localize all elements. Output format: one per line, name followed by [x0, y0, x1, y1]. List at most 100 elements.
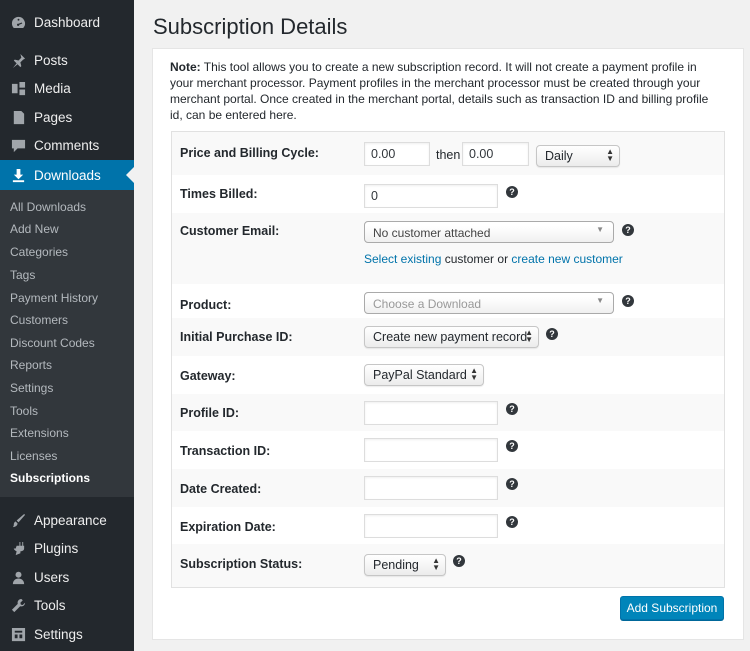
help-icon[interactable]: ? [546, 328, 558, 340]
menu-item-label: Media [34, 80, 71, 96]
submenu-item-customers[interactable]: Customers [10, 312, 68, 328]
menu-item-appearance[interactable]: Appearance [0, 506, 134, 534]
subscription-status-select[interactable]: Pending ▲ ▼ [364, 554, 446, 576]
wrench-icon [10, 597, 26, 613]
row-price-billing: Price and Billing Cycle: then Daily ▲▼ [172, 132, 724, 175]
submenu-item-settings[interactable]: Settings [10, 380, 53, 396]
product-label: Product: [180, 298, 232, 312]
price-billing-label: Price and Billing Cycle: [180, 146, 319, 160]
menu-item-tools[interactable]: Tools [0, 591, 134, 619]
customer-select[interactable]: No customer attached ▼ [364, 221, 614, 243]
row-times-billed: Times Billed: ? [172, 175, 724, 213]
submenu-item-add-new[interactable]: Add New [10, 221, 59, 237]
create-new-customer-link[interactable]: create new customer [511, 252, 622, 266]
help-icon[interactable]: ? [506, 440, 518, 452]
help-icon[interactable]: ? [506, 186, 518, 198]
product-select[interactable]: Choose a Download ▼ [364, 292, 614, 314]
select-existing-customer-link[interactable]: Select existing [364, 252, 441, 266]
menu-item-label: Appearance [34, 512, 107, 528]
customer-or-text: customer or [441, 252, 512, 266]
submenu-item-licenses[interactable]: Licenses [10, 448, 57, 464]
times-billed-label: Times Billed: [180, 187, 258, 201]
expiration-date-input[interactable] [364, 514, 498, 538]
gateway-select[interactable]: PayPal Standard ▲ ▼ [364, 364, 484, 386]
select-arrows-icon: ▲ ▼ [525, 328, 533, 344]
customer-email-label: Customer Email: [180, 224, 280, 238]
date-created-label: Date Created: [180, 482, 262, 496]
help-icon[interactable]: ? [453, 555, 465, 567]
billing-period-value: Daily [545, 149, 573, 163]
menu-item-posts[interactable]: Posts [0, 46, 134, 74]
subscription-status-label: Subscription Status: [180, 557, 303, 571]
submenu-item-extensions[interactable]: Extensions [10, 425, 69, 441]
submenu-item-reports[interactable]: Reports [10, 357, 52, 373]
profile-id-label: Profile ID: [180, 406, 240, 420]
help-icon[interactable]: ? [506, 478, 518, 490]
menu-item-media[interactable]: Media [0, 74, 134, 102]
menu-item-pages[interactable]: Pages [0, 103, 134, 131]
subscription-status-value: Pending [373, 558, 419, 572]
menu-item-label: Comments [34, 137, 100, 153]
media-icon [10, 80, 26, 96]
user-icon [10, 569, 26, 585]
menu-item-label: Plugins [34, 540, 79, 556]
brush-icon [10, 512, 26, 528]
submenu-item-discount-codes[interactable]: Discount Codes [10, 335, 95, 351]
chevron-down-icon: ▼ [596, 296, 604, 305]
profile-id-input[interactable] [364, 401, 498, 425]
plug-icon [10, 540, 26, 556]
times-billed-input[interactable] [364, 184, 498, 208]
note-text: Note: This tool allows you to create a n… [170, 59, 720, 123]
row-customer-email: Customer Email: No customer attached ▼ ?… [172, 213, 724, 284]
menu-item-users[interactable]: Users [0, 563, 134, 591]
submenu-item-categories[interactable]: Categories [10, 244, 68, 260]
row-expiration-date: Expiration Date: ? [172, 507, 724, 544]
row-gateway: Gateway: PayPal Standard ▲ ▼ [172, 356, 724, 394]
menu-item-dashboard[interactable]: Dashboard [0, 8, 134, 36]
downloads-submenu: All Downloads Add New Categories Tags Pa… [0, 190, 134, 497]
page-title: Subscription Details [153, 14, 348, 39]
customer-links: Select existing customer or create new c… [364, 252, 623, 266]
initial-amount-input[interactable] [364, 142, 430, 166]
initial-purchase-id-label: Initial Purchase ID: [180, 330, 293, 344]
row-subscription-status: Subscription Status: Pending ▲ ▼ ? [172, 544, 724, 587]
dashboard-icon [10, 14, 26, 30]
submenu-item-payment-history[interactable]: Payment History [10, 290, 98, 306]
help-icon[interactable]: ? [506, 403, 518, 415]
submenu-item-tools[interactable]: Tools [10, 403, 38, 419]
row-profile-id: Profile ID: ? [172, 394, 724, 431]
help-icon[interactable]: ? [622, 224, 634, 236]
submenu-item-tags[interactable]: Tags [10, 267, 35, 283]
transaction-id-input[interactable] [364, 438, 498, 462]
select-arrows-icon: ▲ ▼ [470, 366, 478, 382]
admin-sidebar: Dashboard Posts Media Pages Comments Dow… [0, 0, 134, 651]
submenu-item-all-downloads[interactable]: All Downloads [10, 199, 86, 215]
recurring-amount-input[interactable] [462, 142, 529, 166]
menu-item-label: Tools [34, 597, 66, 613]
chevron-down-icon: ▼ [596, 225, 604, 234]
help-icon[interactable]: ? [506, 516, 518, 528]
menu-item-label: Pages [34, 109, 73, 125]
note-label: Note: [170, 60, 201, 74]
help-icon[interactable]: ? [622, 295, 634, 307]
menu-item-comments[interactable]: Comments [0, 131, 134, 159]
submenu-item-subscriptions[interactable]: Subscriptions [10, 470, 90, 486]
row-initial-purchase-id: Initial Purchase ID: Create new payment … [172, 318, 724, 356]
gateway-value: PayPal Standard [373, 368, 467, 382]
initial-purchase-select[interactable]: Create new payment record ▲ ▼ [364, 326, 539, 348]
settings-icon [10, 626, 26, 642]
menu-item-label: Dashboard [34, 14, 101, 30]
subscription-details-panel: Note: This tool allows you to create a n… [152, 48, 744, 640]
menu-item-downloads[interactable]: Downloads [0, 160, 134, 190]
add-subscription-button[interactable]: Add Subscription [620, 596, 724, 620]
date-created-input[interactable] [364, 476, 498, 500]
menu-item-label: Posts [34, 52, 68, 68]
row-date-created: Date Created: ? [172, 469, 724, 507]
then-text: then [436, 148, 461, 162]
gateway-label: Gateway: [180, 369, 236, 383]
menu-item-plugins[interactable]: Plugins [0, 534, 134, 562]
menu-item-settings[interactable]: Settings [0, 620, 134, 648]
billing-period-select[interactable]: Daily ▲ ▼ [536, 145, 620, 167]
menu-item-label: Users [34, 569, 70, 585]
row-product: Product: Choose a Download ▼ ? [172, 284, 724, 318]
